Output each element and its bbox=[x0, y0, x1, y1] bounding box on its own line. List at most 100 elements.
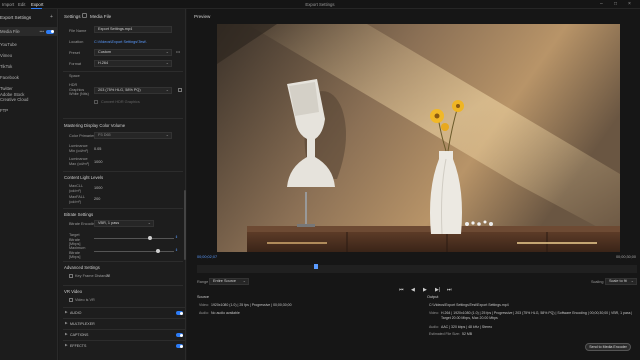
maxcll-value[interactable]: 1000 bbox=[94, 186, 102, 190]
accordion-audio[interactable]: ▶ AUDIO bbox=[63, 307, 185, 317]
bitrate-section-title: Bitrate Settings bbox=[64, 212, 94, 217]
file-size-label: Estimated File Size: bbox=[429, 332, 460, 336]
step-forward-icon[interactable]: ⏭ bbox=[447, 287, 452, 293]
maxfall-value[interactable]: 200 bbox=[94, 197, 100, 201]
settings-panel: Settings Media File File Name Export Set… bbox=[59, 9, 186, 360]
convert-hdr-checkbox[interactable] bbox=[94, 100, 98, 104]
destination-facebook[interactable]: Facebook bbox=[0, 73, 57, 82]
step-back-icon[interactable]: ⏮ bbox=[399, 287, 404, 293]
source-video-value: 1920x1080 (1.0) | 25 fps | Progressive |… bbox=[211, 303, 292, 307]
add-destination-icon[interactable]: + bbox=[50, 14, 53, 20]
accordion-label: MULTIPLEXER bbox=[70, 322, 95, 326]
frame-forward-icon[interactable]: ▶| bbox=[435, 287, 440, 293]
vr-checkbox[interactable] bbox=[69, 298, 73, 302]
target-bitrate-knob[interactable] bbox=[148, 236, 152, 240]
maximize-icon[interactable]: □ bbox=[614, 1, 617, 7]
play-icon[interactable]: ▶ bbox=[423, 287, 427, 293]
close-icon[interactable]: × bbox=[628, 1, 631, 7]
section-toggle[interactable] bbox=[176, 311, 183, 315]
destination-label: YouTube bbox=[0, 42, 17, 47]
format-dropdown[interactable]: H.264 bbox=[94, 60, 172, 67]
media-file-checkbox[interactable] bbox=[82, 13, 87, 18]
output-audio-label: Audio: bbox=[429, 325, 439, 329]
vr-section-title: VR Video bbox=[64, 289, 83, 294]
location-label: Location bbox=[69, 40, 84, 44]
destination-label: Creative Cloud bbox=[0, 97, 29, 102]
destination-vimeo[interactable]: Vimeo bbox=[0, 51, 57, 60]
target-bitrate-label: Target Bitrate [Mbps] bbox=[69, 233, 81, 246]
max-bitrate-label: Maximum Bitrate [Mbps] bbox=[69, 246, 86, 259]
accordion-captions[interactable]: ▶ CAPTIONS bbox=[63, 329, 185, 339]
luminance-min-value[interactable]: 0.05 bbox=[94, 147, 101, 151]
source-audio-value: No audio available bbox=[211, 311, 240, 315]
bitrate-encoding-dropdown[interactable]: VBR, 1 pass bbox=[94, 220, 154, 227]
chevron-right-icon: ▶ bbox=[65, 332, 68, 336]
scaling-dropdown[interactable]: Scale to fit bbox=[605, 278, 637, 285]
frame-back-icon[interactable]: ◀ bbox=[411, 287, 415, 293]
top-bar: Import Edit Export Export Settings – □ × bbox=[0, 0, 640, 9]
divider bbox=[63, 261, 183, 262]
accordion-label: AUDIO bbox=[70, 311, 82, 315]
range-label: Range bbox=[197, 280, 209, 284]
scaling-label: Scaling bbox=[591, 280, 604, 284]
color-primaries-dropdown[interactable]: P3 D65 bbox=[94, 132, 172, 139]
destination-toggle[interactable] bbox=[46, 29, 54, 34]
preset-more-icon[interactable]: ••• bbox=[176, 49, 180, 54]
file-name-input[interactable]: Export Settings.mp4 bbox=[94, 26, 172, 33]
content-light-section-title: Content Light Levels bbox=[64, 175, 104, 180]
source-audio-label: Audio: bbox=[199, 311, 209, 315]
media-file-label: Media File bbox=[90, 14, 112, 19]
panel-title: Export Settings bbox=[0, 15, 32, 20]
send-to-media-encoder-button[interactable]: Send to Media Encoder bbox=[585, 343, 631, 351]
video-preview bbox=[217, 24, 620, 252]
destination-label: FTP bbox=[0, 108, 9, 113]
export-destinations-panel: Export Settings + Media File ••• YouTube… bbox=[0, 9, 58, 360]
destination-creative-cloud[interactable]: Creative Cloud bbox=[0, 95, 57, 104]
chevron-right-icon: ▶ bbox=[65, 343, 68, 347]
destination-label: Facebook bbox=[0, 75, 19, 80]
max-bitrate-knob[interactable] bbox=[156, 249, 160, 253]
target-bitrate-stepper[interactable]: ⇕ bbox=[175, 235, 178, 239]
max-bitrate-stepper[interactable]: ⇕ bbox=[175, 248, 178, 252]
range-dropdown[interactable]: Entire Source bbox=[209, 278, 249, 285]
location-link[interactable]: C:\Videos\Export Settings\Test\ bbox=[94, 40, 146, 44]
timeline-scrubber[interactable] bbox=[197, 265, 637, 273]
max-bitrate-slider[interactable] bbox=[94, 251, 174, 252]
chevron-right-icon: ▶ bbox=[65, 310, 68, 314]
file-size-value: 52 MB bbox=[462, 332, 473, 336]
more-icon[interactable]: ••• bbox=[39, 27, 44, 36]
accordion-multiplexer[interactable]: ▶ MULTIPLEXER bbox=[63, 318, 185, 328]
target-bitrate-slider[interactable] bbox=[94, 238, 174, 239]
playhead[interactable] bbox=[313, 264, 318, 269]
mastering-section-title: Mastering Display Color Volume bbox=[64, 123, 126, 128]
section-toggle[interactable] bbox=[176, 344, 183, 348]
luminance-max-value[interactable]: 1000 bbox=[94, 160, 102, 164]
section-toggle[interactable] bbox=[176, 333, 183, 337]
settings-scrollbar[interactable] bbox=[184, 190, 186, 260]
destination-ftp[interactable]: FTP bbox=[0, 106, 57, 115]
destination-tiktok[interactable]: TikTok bbox=[0, 62, 57, 71]
settings-header: Settings bbox=[64, 14, 81, 19]
output-video-value: H.264 | 1920x1080 (1.0) | 25 fps | Progr… bbox=[441, 311, 633, 320]
preset-label: Preset bbox=[69, 51, 80, 55]
destination-media-file[interactable]: Media File ••• bbox=[0, 27, 57, 36]
accordion-label: CAPTIONS bbox=[70, 333, 89, 337]
preset-dropdown[interactable]: Custom bbox=[94, 49, 172, 56]
accordion-effects[interactable]: ▶ EFFECTS bbox=[63, 340, 185, 350]
hdr-checkbox[interactable] bbox=[178, 88, 182, 92]
destination-youtube[interactable]: YouTube bbox=[0, 40, 57, 49]
keyframe-checkbox[interactable] bbox=[69, 274, 73, 278]
preview-title: Preview bbox=[194, 14, 211, 19]
window-title: Export Settings bbox=[305, 2, 335, 7]
keyframe-value[interactable]: 72 bbox=[106, 274, 110, 278]
output-path: C:\Videos\Export Settings\Test\Export Se… bbox=[429, 303, 509, 307]
timecode-current[interactable]: 00;00;02;07 bbox=[197, 255, 217, 259]
accordion-label: EFFECTS bbox=[70, 344, 87, 348]
hdr-label: HDR Graphics White (Nits) bbox=[69, 83, 89, 96]
divider bbox=[63, 208, 183, 209]
hdr-dropdown[interactable]: 203 (75% HLG, 58% PQ) bbox=[94, 87, 172, 94]
minimize-icon[interactable]: – bbox=[600, 1, 603, 7]
bitrate-encoding-label: Bitrate Encoding bbox=[69, 222, 97, 226]
source-title: Source bbox=[197, 295, 210, 299]
source-video-label: Video: bbox=[199, 303, 209, 307]
